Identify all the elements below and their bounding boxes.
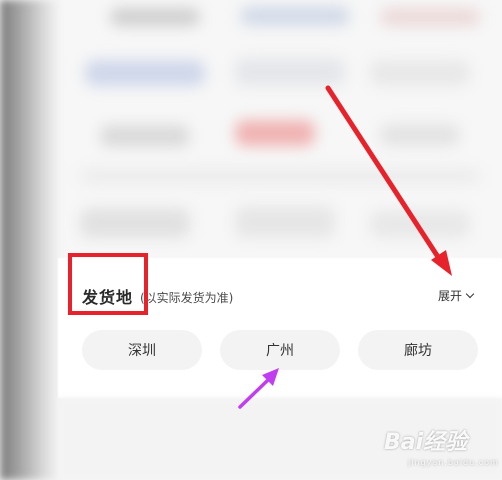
watermark-subtext: jingyan.baidu.com <box>408 458 499 467</box>
watermark-logo-text: Bai经验 <box>384 430 468 455</box>
magenta-arrow-icon <box>238 368 279 409</box>
red-arrow-icon <box>325 85 452 276</box>
baidu-watermark: Bai经验 <box>384 424 467 456</box>
annotation-arrows <box>238 85 452 409</box>
app-screen: 发货地 (以实际发货为准) 展开 深圳 广州 廊坊 Bai经验 jingyan.… <box>0 0 502 480</box>
